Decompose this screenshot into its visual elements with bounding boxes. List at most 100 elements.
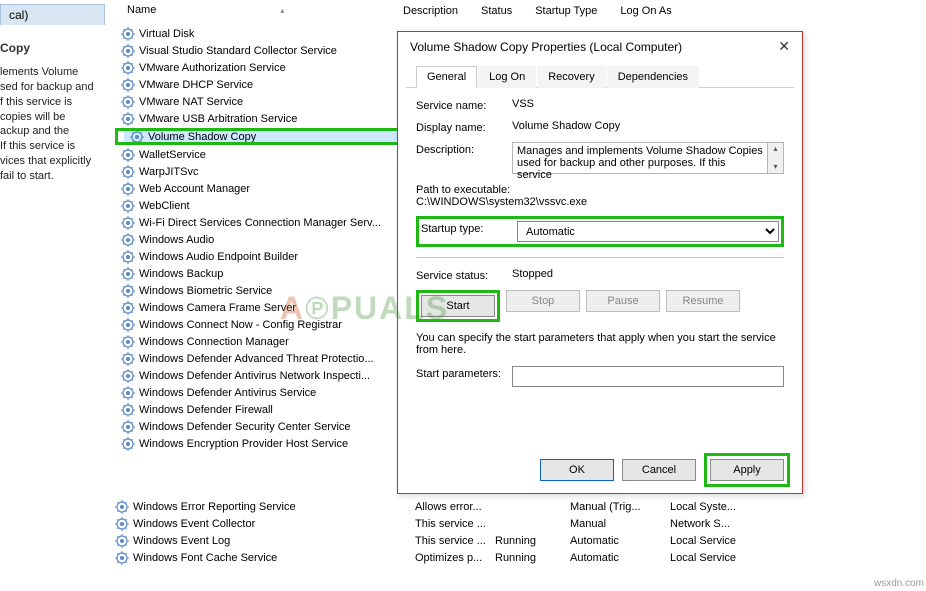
tab-logon[interactable]: Log On	[478, 66, 536, 88]
dialog-titlebar: Volume Shadow Copy Properties (Local Com…	[398, 32, 802, 59]
gear-icon	[121, 420, 135, 434]
value-path: C:\WINDOWS\system32\vssvc.exe	[416, 196, 784, 208]
gear-icon	[121, 95, 135, 109]
column-header-status[interactable]: Status	[473, 0, 527, 22]
gear-icon	[121, 250, 135, 264]
scroll-down-icon[interactable]: ▾	[768, 161, 783, 173]
cell-status: Running	[495, 535, 570, 547]
apply-button[interactable]: Apply	[710, 459, 784, 481]
gear-icon	[121, 182, 135, 196]
value-display-name: Volume Shadow Copy	[512, 120, 784, 132]
startup-type-select[interactable]: Automatic	[517, 221, 779, 242]
tab-fragment: cal)	[0, 4, 105, 25]
gear-icon	[121, 437, 135, 451]
service-name: WebClient	[139, 200, 190, 212]
column-header-description[interactable]: Description	[395, 0, 473, 22]
gear-icon	[121, 199, 135, 213]
gear-icon	[121, 165, 135, 179]
start-button[interactable]: Start	[421, 295, 495, 317]
highlight-apply-button: Apply	[704, 453, 790, 487]
service-name: VMware DHCP Service	[139, 79, 253, 91]
dialog-tabs: General Log On Recovery Dependencies	[406, 59, 794, 88]
service-name: Windows Font Cache Service	[133, 552, 277, 564]
gear-icon	[121, 267, 135, 281]
services-rows-behind-dialog: Windows Error Reporting Service Allows e…	[115, 498, 885, 566]
gear-icon	[121, 403, 135, 417]
scroll-up-icon[interactable]: ▴	[768, 143, 783, 155]
service-name: Virtual Disk	[139, 28, 194, 40]
service-name: VMware Authorization Service	[139, 62, 286, 74]
pause-button: Pause	[586, 290, 660, 312]
service-name: Volume Shadow Copy	[148, 131, 256, 143]
stop-button: Stop	[506, 290, 580, 312]
close-icon[interactable]: ✕	[774, 38, 794, 55]
gear-icon	[121, 352, 135, 366]
ok-button[interactable]: OK	[540, 459, 614, 481]
label-display-name: Display name:	[416, 120, 512, 134]
gear-icon	[121, 148, 135, 162]
cell-status: Running	[495, 552, 570, 564]
cell-description: This service ...	[415, 535, 495, 547]
column-header-startup-type[interactable]: Startup Type	[527, 0, 612, 22]
tab-dependencies[interactable]: Dependencies	[607, 66, 699, 88]
service-name: Windows Camera Frame Server	[139, 302, 296, 314]
highlight-startup-type: Startup type: Automatic	[416, 216, 784, 247]
tab-recovery[interactable]: Recovery	[537, 66, 605, 88]
gear-icon	[115, 551, 129, 565]
source-watermark: wsxdn.com	[874, 578, 924, 589]
left-panel: cal) Copy lements Volumesed for backup a…	[0, 0, 105, 184]
service-name: Windows Defender Security Center Service	[139, 421, 351, 433]
table-row[interactable]: Windows Event Collector This service ...…	[115, 515, 885, 532]
label-path: Path to executable:	[416, 184, 784, 196]
gear-icon	[121, 112, 135, 126]
gear-icon	[121, 301, 135, 315]
table-row[interactable]: Windows Event Log This service ... Runni…	[115, 532, 885, 549]
value-service-status: Stopped	[512, 268, 784, 280]
table-row[interactable]: Windows Error Reporting Service Allows e…	[115, 498, 885, 515]
header-name-label: Name	[127, 4, 276, 16]
gear-icon	[115, 517, 129, 531]
service-name: VMware USB Arbitration Service	[139, 113, 297, 125]
cell-logon-as: Local Syste...	[670, 501, 770, 513]
dialog-footer-buttons: OK Cancel Apply	[540, 453, 790, 487]
label-service-status: Service status:	[416, 268, 512, 282]
cancel-button[interactable]: Cancel	[622, 459, 696, 481]
service-name: Windows Audio	[139, 234, 214, 246]
properties-dialog: Volume Shadow Copy Properties (Local Com…	[397, 31, 803, 494]
service-name: Web Account Manager	[139, 183, 250, 195]
gear-icon	[121, 284, 135, 298]
tab-general[interactable]: General	[416, 66, 477, 88]
service-name: Windows Defender Antivirus Network Inspe…	[139, 370, 370, 382]
value-description[interactable]: Manages and implements Volume Shadow Cop…	[512, 142, 768, 174]
cell-description: Optimizes p...	[415, 552, 495, 564]
cell-logon-as: Local Service	[670, 535, 770, 547]
label-description: Description:	[416, 142, 512, 156]
service-name: Visual Studio Standard Collector Service	[139, 45, 337, 57]
cell-startup-type: Manual (Trig...	[570, 501, 670, 513]
gear-icon	[121, 78, 135, 92]
start-params-hint: You can specify the start parameters tha…	[416, 332, 784, 356]
divider	[416, 257, 784, 258]
service-name: Windows Error Reporting Service	[133, 501, 296, 513]
cell-logon-as: Network S...	[670, 518, 770, 530]
label-service-name: Service name:	[416, 98, 512, 112]
service-name: Windows Audio Endpoint Builder	[139, 251, 298, 263]
resume-button: Resume	[666, 290, 740, 312]
column-headers: Description Status Startup Type Log On A…	[395, 0, 687, 22]
description-scrollbar[interactable]: ▴▾	[768, 142, 784, 174]
service-name: WarpJITSvc	[139, 166, 199, 178]
gear-icon	[115, 534, 129, 548]
cell-logon-as: Local Service	[670, 552, 770, 564]
gear-icon	[121, 386, 135, 400]
service-name: Windows Encryption Provider Host Service	[139, 438, 348, 450]
cell-startup-type: Automatic	[570, 552, 670, 564]
service-name: Windows Defender Firewall	[139, 404, 273, 416]
column-header-logon-as[interactable]: Log On As	[612, 0, 686, 22]
dialog-title: Volume Shadow Copy Properties (Local Com…	[410, 40, 682, 54]
cell-startup-type: Manual	[570, 518, 670, 530]
service-control-buttons: Start Stop Pause Resume	[416, 290, 784, 322]
start-parameters-input[interactable]	[512, 366, 784, 387]
table-row[interactable]: Windows Font Cache Service Optimizes p..…	[115, 549, 885, 566]
service-name: Windows Defender Advanced Threat Protect…	[139, 353, 374, 365]
gear-icon	[121, 369, 135, 383]
